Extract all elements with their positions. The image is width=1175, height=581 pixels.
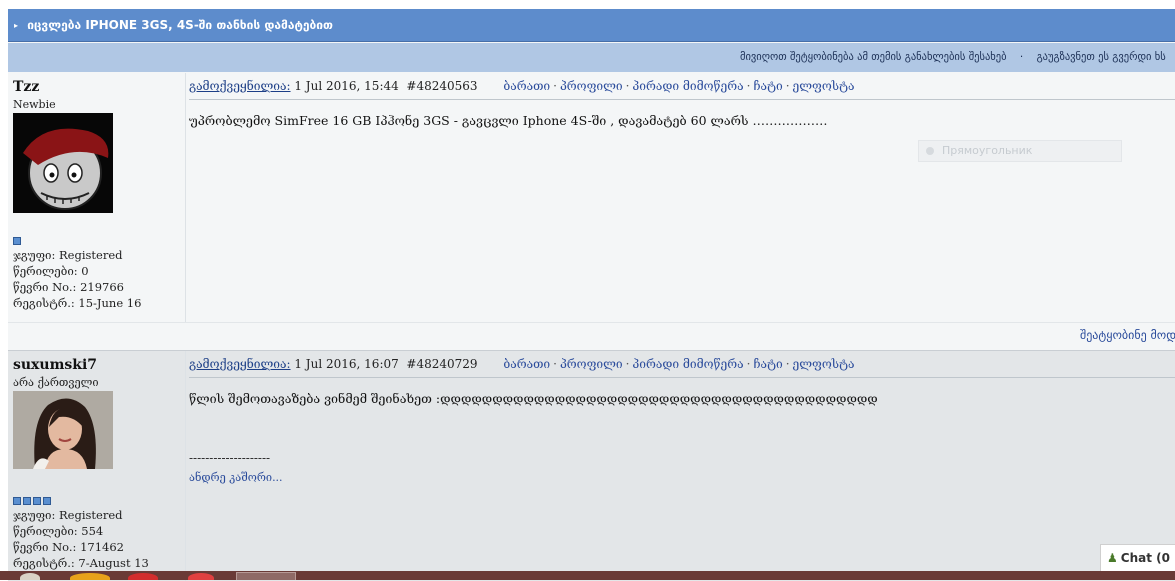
radio-icon bbox=[926, 147, 934, 155]
signature-separator: -------------------- bbox=[189, 451, 271, 465]
profile-card-link[interactable]: ბარათი bbox=[503, 79, 550, 93]
taskbar-app-icon[interactable] bbox=[188, 573, 214, 580]
post-usertitle: არა ქართველი bbox=[13, 376, 99, 389]
profile-link[interactable]: პროფილი bbox=[560, 79, 623, 93]
topic-title: იცვლება IPHONE 3GS, 4S-ში თანხის დამატებ… bbox=[27, 18, 333, 32]
avatar bbox=[13, 391, 113, 469]
user-stats: ჯგუფი: Registered წერილები: 0 წევრი No.:… bbox=[13, 247, 141, 311]
taskbar-app-icon[interactable] bbox=[20, 573, 40, 580]
post-divider bbox=[189, 377, 1175, 378]
topic-title-bar: ▸ იცვლება IPHONE 3GS, 4S-ში თანხის დამატ… bbox=[8, 9, 1175, 42]
topic-actions-bar: მივიღოთ შეტყობინება ამ თემის განახლების … bbox=[8, 43, 1175, 72]
signature-link[interactable]: ანდრე კაშორი... bbox=[189, 471, 283, 484]
post-body: უპრობლემო SimFree 16 GB Iპჰონე 3GS - გავ… bbox=[189, 113, 828, 128]
post-body: წლის შემოთავაზება ვინმემ შეინახეთ :დდდდდ… bbox=[189, 391, 878, 406]
private-message-link[interactable]: პირადი მიმოწერა bbox=[632, 79, 743, 93]
taskbar-app-icon[interactable] bbox=[70, 573, 110, 580]
rank-pip bbox=[43, 497, 51, 505]
post-date: 1 Jul 2016, 16:07 bbox=[294, 357, 399, 371]
post-footer: შეატყობინე მოდ bbox=[8, 322, 1175, 350]
user-post-count: წერილები: 0 bbox=[13, 264, 89, 278]
notify-link[interactable]: მივიღოთ შეტყობინება ამ თემის განახლების … bbox=[740, 51, 1007, 63]
rank-pip bbox=[13, 497, 21, 505]
user-member-no: წევრი No.: 219766 bbox=[13, 280, 124, 294]
post-author-panel: Tzz Newbie ჯგუფი: Registered წერილები: 0… bbox=[8, 73, 186, 322]
user-group: ჯგუფი: Registered bbox=[13, 508, 123, 522]
taskbar-active-window[interactable] bbox=[236, 572, 296, 580]
user-stats: ჯგუფი: Registered წერილები: 554 წევრი No… bbox=[13, 507, 149, 571]
rank-pip bbox=[13, 237, 21, 245]
post-id-link[interactable]: #48240729 bbox=[406, 357, 477, 371]
post-meta: გამოქვეყნილია: 1 Jul 2016, 15:44 #482405… bbox=[189, 79, 855, 93]
profile-link[interactable]: პროფილი bbox=[560, 357, 623, 371]
chat-button[interactable]: ♟ Chat (0 bbox=[1100, 544, 1175, 571]
taskbar bbox=[0, 571, 1175, 580]
ghost-shape-label: Прямоугольник bbox=[942, 144, 1033, 157]
user-post-count: წერილები: 554 bbox=[13, 524, 104, 538]
forum-thread: ▸ იცვლება IPHONE 3GS, 4S-ში თანხის დამატ… bbox=[8, 9, 1175, 581]
chat-label: Chat (0 bbox=[1120, 551, 1170, 565]
user-icon: ♟ bbox=[1107, 551, 1118, 565]
separator-dot: · bbox=[1019, 51, 1024, 63]
rank-pips bbox=[13, 237, 21, 245]
email-link[interactable]: ელფოსტა bbox=[793, 357, 855, 371]
rank-pips bbox=[13, 497, 51, 505]
send-page-link[interactable]: გაუგზავნეთ ეს გვერდი ხს bbox=[1037, 51, 1166, 63]
chat-link[interactable]: ჩატი bbox=[753, 357, 782, 371]
triangle-right-icon: ▸ bbox=[14, 21, 19, 30]
posted-label: გამოქვეყნილია: bbox=[189, 357, 291, 371]
profile-card-link[interactable]: ბარათი bbox=[503, 357, 550, 371]
user-member-no: წევრი No.: 171462 bbox=[13, 540, 124, 554]
post: Tzz Newbie ჯგუფი: Registered წერილები: 0… bbox=[8, 73, 1175, 322]
user-registered: რეგისტრ.: 15-June 16 bbox=[13, 296, 142, 310]
post-id-link[interactable]: #48240563 bbox=[406, 79, 477, 93]
user-group: ჯგუფი: Registered bbox=[13, 248, 123, 262]
rank-pip bbox=[33, 497, 41, 505]
chat-link[interactable]: ჩატი bbox=[753, 79, 782, 93]
post-meta: გამოქვეყნილია: 1 Jul 2016, 16:07 #482407… bbox=[189, 357, 855, 371]
post: suxumski7 არა ქართველი ჯგუფი: Registered… bbox=[8, 350, 1175, 581]
email-link[interactable]: ელფოსტა bbox=[793, 79, 855, 93]
posted-label: გამოქვეყნილია: bbox=[189, 79, 291, 93]
report-to-moderator-link[interactable]: შეატყობინე მოდ bbox=[1080, 328, 1175, 342]
post-author-panel: suxumski7 არა ქართველი ჯგუფი: Registered… bbox=[8, 351, 186, 581]
ghost-shape-field: Прямоугольник bbox=[918, 140, 1122, 162]
post-divider bbox=[189, 99, 1175, 100]
user-registered: რეგისტრ.: 7-August 13 bbox=[13, 556, 149, 570]
rank-pip bbox=[23, 497, 31, 505]
post-username[interactable]: Tzz bbox=[13, 79, 39, 95]
avatar bbox=[13, 113, 113, 213]
post-username[interactable]: suxumski7 bbox=[13, 357, 97, 373]
taskbar-app-icon[interactable] bbox=[128, 573, 158, 580]
private-message-link[interactable]: პირადი მიმოწერა bbox=[632, 357, 743, 371]
post-date: 1 Jul 2016, 15:44 bbox=[294, 79, 399, 93]
post-usertitle: Newbie bbox=[13, 98, 56, 111]
